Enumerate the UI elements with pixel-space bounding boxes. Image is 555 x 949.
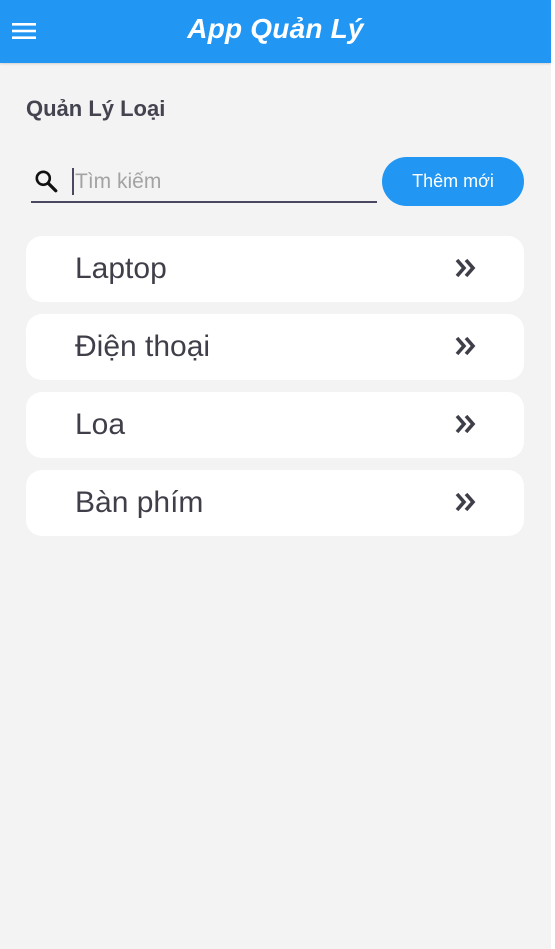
app-title: App Quản Lý [187,13,364,44]
double-chevron-right-icon [455,414,476,434]
list-item[interactable]: Bàn phím [26,470,524,536]
search-field[interactable] [31,160,377,203]
window-edge [551,0,555,949]
screen: App Quản Lý Quản Lý Loại Thêm mới Laptop… [0,0,551,949]
page-title: Quản Lý Loại [26,96,166,121]
list-item[interactable]: Loa [26,392,524,458]
app-bar: App Quản Lý [0,0,551,63]
list-item[interactable]: Điện thoại [26,314,524,380]
list-item-label: Loa [75,408,126,441]
category-list: Laptop Điện thoại Loa Bàn phím [26,236,524,548]
list-item-label: Bàn phím [75,486,204,519]
list-item[interactable]: Laptop [26,236,524,302]
double-chevron-right-icon [455,258,476,278]
text-cursor [72,168,74,195]
search-input[interactable] [75,163,365,201]
search-icon [35,170,58,193]
list-item-label: Laptop [75,252,167,285]
double-chevron-right-icon [455,492,476,512]
add-new-button[interactable]: Thêm mới [382,157,524,206]
list-item-label: Điện thoại [75,330,211,363]
double-chevron-right-icon [455,336,476,356]
